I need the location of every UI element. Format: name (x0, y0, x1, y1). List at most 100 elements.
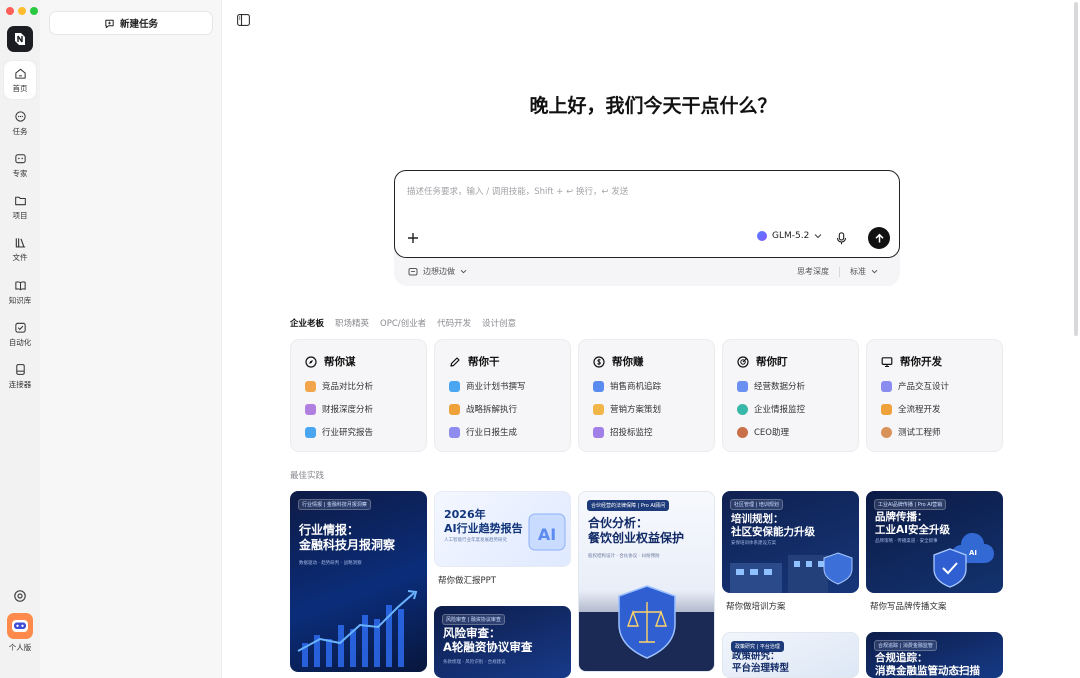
rail-item-automation[interactable]: 自动化 (4, 315, 36, 353)
tile-title-line: 培训规划： (731, 513, 784, 525)
card-item[interactable]: 竞品对比分析 (305, 380, 373, 392)
main-area: 晚上好，我们今天干点什么？ 描述任务要求，输入 / 调用技能，Shift + ↩… (223, 0, 1080, 678)
minimize-window-button[interactable] (18, 7, 26, 15)
radar-icon (737, 355, 749, 368)
tile-subtitle: 人工智能行业年度发展趋势研究 (444, 538, 507, 543)
new-task-button[interactable]: 新建任务 (49, 11, 213, 35)
practice-tile[interactable]: 2026年 AI行业趋势报告 人工智能行业年度发展趋势研究 AI (434, 491, 571, 567)
card-item[interactable]: 测试工程师 (881, 426, 941, 438)
card-title: 帮你谋 (305, 354, 356, 369)
card-title: 帮你盯 (737, 354, 788, 369)
dollar-icon (593, 355, 605, 368)
close-window-button[interactable] (6, 7, 14, 15)
tile-title-line: 行业情报： (299, 523, 360, 537)
practice-tile[interactable]: 工业AI品牌传播 | Pro AI营销 品牌传播： 工业AI安全升级 品牌策略 ·… (866, 491, 1003, 593)
card-item[interactable]: 营销方案策划 (593, 403, 661, 415)
card-item[interactable]: 企业情报监控 (737, 403, 805, 415)
tile-subtitle: 安保培训体系建设方案 (731, 541, 776, 546)
rail-item-connectors[interactable]: 连接器 (4, 357, 36, 395)
practice-tile[interactable]: 社区管理 | 培训规划 培训规划： 社区安保能力升级 安保培训体系建设方案 (722, 491, 859, 593)
tile-title: 培训规划： 社区安保能力升级 (731, 513, 815, 539)
card-item[interactable]: 行业日报生成 (449, 426, 517, 438)
svg-text:AI: AI (969, 549, 977, 557)
chevron-down-icon (814, 234, 822, 239)
scrollbar[interactable] (1074, 2, 1078, 336)
tile-title-line: 消费金融监管动态扫描 (875, 665, 980, 678)
card-title: 帮你赚 (593, 354, 644, 369)
send-button[interactable] (868, 227, 890, 249)
rail-item-experts[interactable]: 专家 (4, 146, 36, 184)
chart-illustration-icon (297, 590, 418, 667)
card-item[interactable]: 销售商机追踪 (593, 380, 661, 392)
plus-icon[interactable] (407, 232, 419, 244)
card-item[interactable]: 经营数据分析 (737, 380, 805, 392)
tile-title-line: 平台治理转型 (732, 662, 790, 674)
rail-item-tasks[interactable]: 任务 (4, 104, 36, 142)
avatar[interactable] (7, 613, 33, 639)
microphone-icon[interactable] (836, 232, 847, 245)
folder-icon (14, 196, 26, 205)
practice-tile[interactable]: 政策研究 | 平台治理 政策研究： 平台治理转型 (722, 632, 859, 678)
monitor-icon (881, 356, 893, 367)
tile-badge: 行业情报 | 金融科技月报洞察 (298, 499, 371, 510)
card-title-text: 帮你谋 (324, 356, 356, 368)
settings-icon[interactable] (12, 588, 28, 604)
card-item[interactable]: 产品交互设计 (881, 380, 949, 392)
sidebar-toggle-icon[interactable] (237, 14, 250, 26)
practice-tile[interactable]: 风险审查 | 融资协议审查 风险审查： A轮融资协议审查 条款梳理 · 风险识别 … (434, 606, 571, 678)
page-title: 晚上好，我们今天干点什么？ (529, 95, 777, 117)
practice-tile[interactable]: 行业情报 | 金融科技月报洞察 行业情报： 金融科技月报洞察 数据驱动 · 趋势研… (290, 491, 427, 672)
task-input[interactable]: 描述任务要求，输入 / 调用技能，Shift + ↩ 换行，↩ 发送 GLM-5… (394, 170, 900, 258)
depth-level-select[interactable]: 标准 (850, 266, 878, 277)
depth-label: 思考深度 (797, 267, 829, 276)
section-title: 最佳实践 (290, 471, 325, 481)
app-logo[interactable] (7, 26, 33, 52)
tile-subtitle: 数据驱动 · 趋势研判 · 战略洞察 (299, 561, 362, 566)
rail-label: 项目 (12, 210, 28, 220)
rail-label: 专家 (12, 168, 28, 178)
rail-item-projects[interactable]: 项目 (4, 188, 36, 226)
card-title-text: 帮你盯 (756, 356, 788, 368)
depth-level-value: 标准 (850, 267, 866, 276)
chat-icon (14, 110, 26, 122)
building-illustration-icon (730, 552, 853, 593)
practice-tile[interactable]: 合伙经营的法律保障 | Pro AI顾问 合伙分析： 餐饮创业权益保护 股权结构设… (578, 491, 715, 672)
card-item-label: 销售商机追踪 (610, 382, 662, 392)
skill-card: 帮你盯 经营数据分析 企业情报监控 CEO助理 (722, 339, 859, 452)
card-item[interactable]: 行业研究报告 (305, 426, 373, 438)
rail-item-home[interactable]: 首页 (4, 61, 36, 99)
tab-professional[interactable]: 职场精英 (335, 317, 369, 329)
tab-designer[interactable]: 设计创意 (482, 317, 516, 329)
tile-title-line: 社区安保能力升级 (731, 526, 815, 539)
practice-tile[interactable]: 合规追踪 | 消费金融监管 合规追踪： 消费金融监管动态扫描 (866, 632, 1003, 678)
rail-item-knowledge[interactable]: 知识库 (4, 273, 36, 311)
skill-icon (737, 380, 748, 392)
card-item-label: CEO助理 (754, 428, 789, 438)
card-item[interactable]: 战略拆解执行 (449, 403, 517, 415)
card-item-label: 战略拆解执行 (466, 405, 518, 415)
skill-card: 帮你赚 销售商机追踪 营销方案策划 招投标监控 (578, 339, 715, 452)
card-item[interactable]: 商业计划书撰写 (449, 380, 526, 392)
tab-boss[interactable]: 企业老板 (290, 317, 324, 329)
card-item[interactable]: 全流程开发 (881, 403, 941, 415)
card-item-label: 财报深度分析 (322, 405, 374, 415)
card-item[interactable]: CEO助理 (737, 426, 789, 438)
tile-title-line: 政策研究： (732, 651, 780, 662)
tab-developer[interactable]: 代码开发 (437, 317, 471, 329)
mode-selector[interactable]: 边想边做 (408, 266, 467, 277)
maximize-window-button[interactable] (30, 7, 38, 15)
skill-icon (593, 426, 604, 438)
card-item-label: 经营数据分析 (754, 382, 806, 392)
shield-cloud-icon: AI (933, 533, 994, 588)
tab-founder[interactable]: OPC/创业者 (380, 317, 426, 329)
tile-subtitle: 条款梳理 · 风险识别 · 合规建议 (443, 660, 506, 665)
rail-item-files[interactable]: 文件 (4, 230, 36, 268)
window-controls (6, 7, 38, 15)
svg-text:AI: AI (538, 525, 556, 544)
model-selector[interactable]: GLM-5.2 (757, 231, 822, 241)
card-item[interactable]: 财报深度分析 (305, 403, 373, 415)
card-item[interactable]: 招投标监控 (593, 426, 653, 438)
divider (839, 266, 840, 277)
skill-icon (305, 380, 316, 392)
skill-icon (305, 403, 316, 415)
